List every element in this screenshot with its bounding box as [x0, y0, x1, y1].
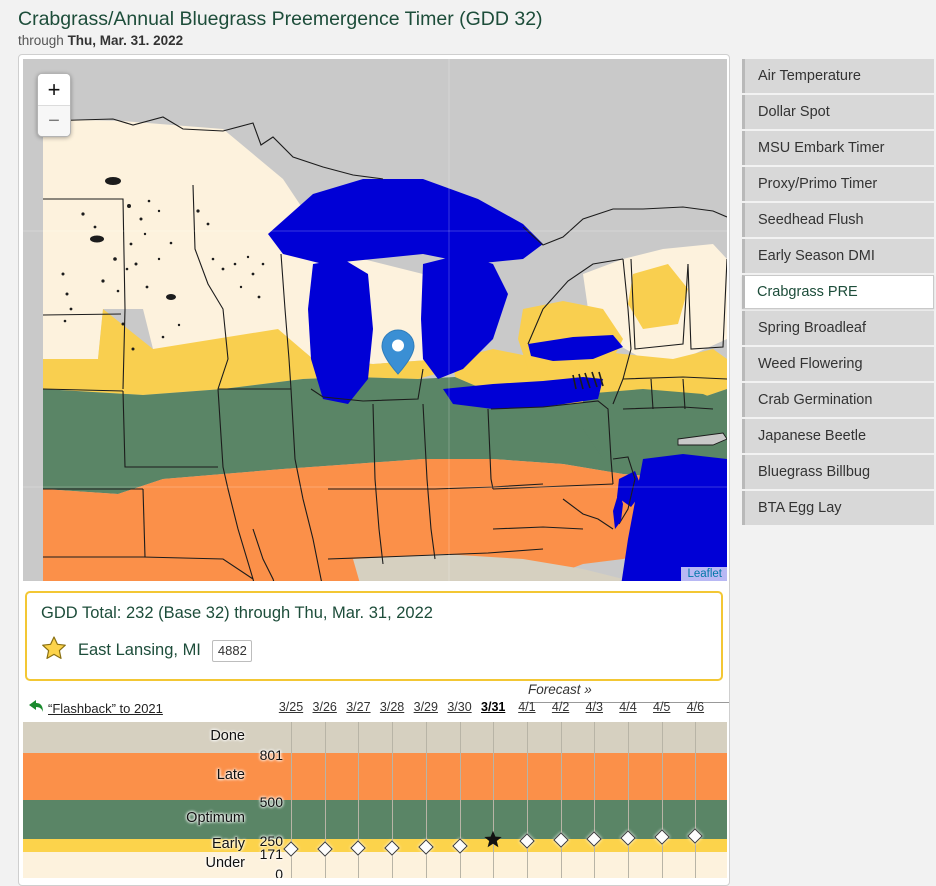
sidebar-item-label: Bluegrass Billbug — [758, 464, 871, 481]
sidebar-item-msu-embark-timer[interactable]: MSU Embark Timer — [742, 131, 934, 166]
sidebar-item-japanese-beetle[interactable]: Japanese Beetle — [742, 419, 934, 454]
gridline — [594, 722, 596, 879]
gridline — [493, 722, 495, 879]
band-label: Optimum — [186, 809, 245, 826]
sidebar-item-label: Crabgrass PRE — [757, 284, 858, 301]
gdd-summary-box: GDD Total: 232 (Base 32) through Thu, Ma… — [25, 591, 723, 682]
sidebar-item-label: Japanese Beetle — [758, 428, 867, 445]
gdd-station-id[interactable]: 4882 — [211, 639, 252, 662]
sidebar-item-label: BTA Egg Lay — [758, 500, 842, 517]
sidebar-item-spring-broadleaf[interactable]: Spring Broadleaf — [742, 311, 934, 346]
zoom-in-button[interactable]: + — [38, 74, 70, 106]
sidebar-item-air-temperature[interactable]: Air Temperature — [742, 59, 934, 94]
date-header-4-1[interactable]: 4/1 — [518, 700, 535, 714]
sidebar-item-crab-germination[interactable]: Crab Germination — [742, 383, 934, 418]
band-label: Late — [216, 766, 245, 783]
sidebar-item-label: Air Temperature — [758, 68, 861, 85]
flashback-arrow-icon — [27, 699, 44, 718]
axis-tick-value: 171 — [259, 845, 283, 862]
date-header-3-28[interactable]: 3/28 — [380, 700, 404, 714]
leaflet-attribution[interactable]: Leaflet — [681, 567, 727, 582]
star-icon[interactable] — [41, 635, 67, 666]
gdd-total-text: GDD Total: 232 (Base 32) through Thu, Ma… — [41, 604, 433, 623]
content-area: + − Leaflet GDD Total: 232 (Base 32) thr… — [0, 54, 936, 886]
gdd-timeline-chart: “Flashback” to 2021 Forecast » 3/25 3/26 3… — [23, 682, 729, 879]
sidebar-item-label: MSU Embark Timer — [758, 140, 885, 157]
gridline — [695, 722, 697, 879]
subtitle-prefix: through — [18, 33, 64, 49]
gridline — [661, 722, 663, 879]
gdd-map[interactable]: + − Leaflet — [23, 59, 727, 582]
gridline — [526, 722, 528, 879]
band-done: Done — [23, 722, 727, 754]
gridline — [560, 722, 562, 879]
forecast-label: Forecast » — [528, 682, 592, 698]
subtitle-date: Thu, Mar. 31. 2022 — [67, 33, 184, 49]
sidebar-item-label: Weed Flowering — [758, 356, 863, 373]
sidebar-item-seedhead-flush[interactable]: Seedhead Flush — [742, 203, 934, 238]
axis-tick-value: 801 — [259, 747, 283, 764]
band-label: Early — [211, 835, 245, 852]
date-header-3-27[interactable]: 3/27 — [346, 700, 370, 714]
page-title: Crabgrass/Annual Bluegrass Preemergence … — [18, 8, 543, 30]
band-early: Early — [23, 835, 727, 852]
sidebar-item-label: Dollar Spot — [758, 104, 830, 121]
sidebar-item-label: Crab Germination — [758, 392, 873, 409]
sidebar-item-early-season-dmi[interactable]: Early Season DMI — [742, 239, 934, 274]
date-header-4-3[interactable]: 4/3 — [586, 700, 603, 714]
map-zoom-control[interactable]: + − — [37, 73, 71, 138]
sidebar-item-bta-egg-lay[interactable]: BTA Egg Lay — [742, 491, 934, 526]
band-label: Under — [205, 855, 246, 872]
band-optimum: Optimum — [23, 800, 727, 840]
date-header-3-30[interactable]: 3/30 — [447, 700, 471, 714]
gridline — [628, 722, 629, 879]
sidebar-item-dollar-spot[interactable]: Dollar Spot — [742, 95, 934, 130]
sidebar-item-label: Seedhead Flush — [758, 212, 864, 229]
sidebar-item-label: Proxy/Primo Timer — [758, 176, 878, 193]
sidebar-item-weed-flowering[interactable]: Weed Flowering — [742, 347, 934, 382]
map-pin-icon[interactable] — [381, 329, 415, 376]
page-header: Crabgrass/Annual Bluegrass Preemergence … — [0, 0, 936, 54]
date-header-3-31[interactable]: 3/31 — [481, 700, 505, 714]
sidebar-item-crabgrass-pre[interactable]: Crabgrass PRE — [742, 275, 934, 310]
date-header-4-5[interactable]: 4/5 — [653, 700, 670, 714]
sidebar-item-proxy-primo-timer[interactable]: Proxy/Primo Timer — [742, 167, 934, 202]
gridline — [425, 722, 427, 879]
date-header-4-2[interactable]: 4/2 — [552, 700, 569, 714]
gdd-location-row: East Lansing, MI 4882 — [41, 635, 707, 666]
band-label: Done — [210, 727, 245, 744]
date-header-3-25[interactable]: 3/25 — [279, 700, 303, 714]
model-sidebar: Air Temperature Dollar Spot MSU Embark Tim… — [742, 54, 934, 527]
band-under: Under — [23, 851, 727, 879]
date-header-3-29[interactable]: 3/29 — [414, 700, 438, 714]
date-header-4-6[interactable]: 4/6 — [687, 700, 704, 714]
date-header-3-26[interactable]: 3/26 — [313, 700, 337, 714]
date-header-4-4[interactable]: 4/4 — [619, 700, 636, 714]
band-late: Late — [23, 753, 727, 801]
page-subtitle: through Thu, Mar. 31. 2022 — [18, 33, 936, 48]
map-canvas — [23, 59, 727, 582]
gdd-location-name: East Lansing, MI — [78, 641, 201, 660]
flashback-link[interactable]: “Flashback” to 2021 — [27, 699, 163, 718]
main-panel: + − Leaflet GDD Total: 232 (Base 32) thr… — [18, 54, 730, 886]
axis-tick-value: 500 — [259, 794, 283, 811]
sidebar-item-bluegrass-billbug[interactable]: Bluegrass Billbug — [742, 455, 934, 490]
axis-tick-value: 0 — [275, 866, 283, 879]
gridline — [459, 722, 461, 879]
sidebar-item-label: Early Season DMI — [758, 248, 875, 265]
chart-header: “Flashback” to 2021 Forecast » 3/25 3/26 3… — [23, 682, 729, 722]
zoom-out-button[interactable]: − — [38, 105, 70, 137]
chart-plot-area[interactable]: Done Late Optimum Early Under 801 500 250 171 0 — [23, 722, 727, 879]
flashback-label[interactable]: “Flashback” to 2021 — [48, 701, 163, 716]
sidebar-item-label: Spring Broadleaf — [758, 320, 867, 337]
data-point-today — [484, 830, 503, 854]
